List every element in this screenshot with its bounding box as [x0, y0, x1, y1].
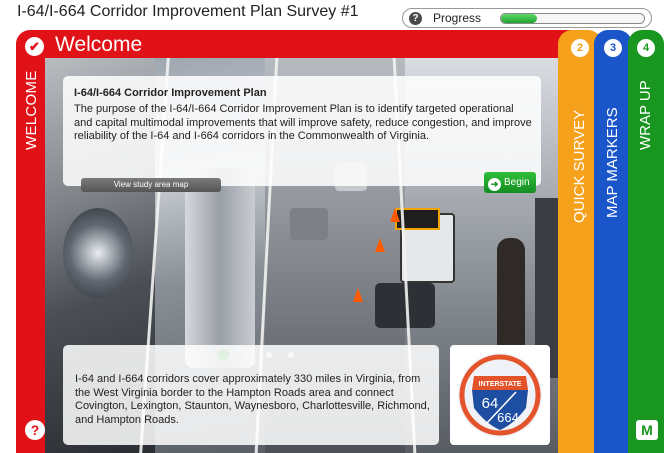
intro-card: I-64/I-664 Corridor Improvement Plan The… [63, 76, 541, 186]
traffic-cone [390, 208, 400, 222]
help-icon[interactable]: ? [409, 12, 422, 25]
shield-banner: INTERSTATE [479, 381, 522, 388]
car [290, 208, 328, 240]
tab-wrap-up[interactable]: 4 WRAP UP [628, 30, 664, 453]
tab-map-markers[interactable]: 3 MAP MARKERS [594, 30, 632, 453]
arrow-right-circle-icon: ➜ [488, 178, 501, 191]
tunnel-opening [63, 208, 133, 298]
check-circle-icon: ✔ [25, 37, 44, 56]
shield-number-664: 664 [497, 410, 519, 425]
slide-caption-card: I-64 and I-664 corridors cover approxima… [63, 345, 439, 445]
shield-number-64: 64 [482, 395, 499, 412]
slide-caption-text: I-64 and I-664 corridors cover approxima… [75, 373, 430, 426]
progress-label: Progress [433, 11, 482, 25]
intro-card-title: I-64/I-664 Corridor Improvement Plan [74, 87, 267, 99]
tab-number: 2 [571, 39, 589, 57]
train-car [185, 168, 255, 368]
tab-label: WRAP UP [637, 80, 654, 150]
welcome-tab-label[interactable]: WELCOME [23, 70, 40, 150]
tab-number: 3 [604, 39, 622, 57]
progress-fill [501, 14, 537, 23]
traffic-cone [375, 238, 385, 252]
pedestrian [497, 238, 525, 358]
welcome-heading: Welcome [55, 33, 143, 56]
traffic-cone [353, 288, 363, 302]
progress-indicator[interactable]: ? Progress [402, 8, 652, 28]
page-title: I-64/I-664 Corridor Improvement Plan Sur… [17, 3, 359, 20]
intro-card-body: The purpose of the I-64/I-664 Corridor I… [74, 103, 532, 142]
progress-track [500, 13, 645, 24]
question-circle-icon[interactable]: ? [25, 420, 45, 440]
metroquest-logo-icon[interactable]: M [636, 420, 658, 440]
view-study-area-map-button[interactable]: View study area map [81, 178, 221, 192]
tab-label: MAP MARKERS [604, 107, 621, 218]
tab-label: QUICK SURVEY [571, 109, 588, 223]
interstate-shield-card: INTERSTATE 64 664 [450, 345, 550, 445]
tab-number: 4 [637, 39, 655, 57]
begin-button[interactable]: ➜ Begin [484, 172, 536, 193]
survey-page: I-64/I-664 Corridor Improvement Plan Sur… [0, 0, 664, 453]
interstate-shield-icon: INTERSTATE 64 664 [458, 353, 542, 437]
begin-button-label: Begin [504, 177, 530, 188]
